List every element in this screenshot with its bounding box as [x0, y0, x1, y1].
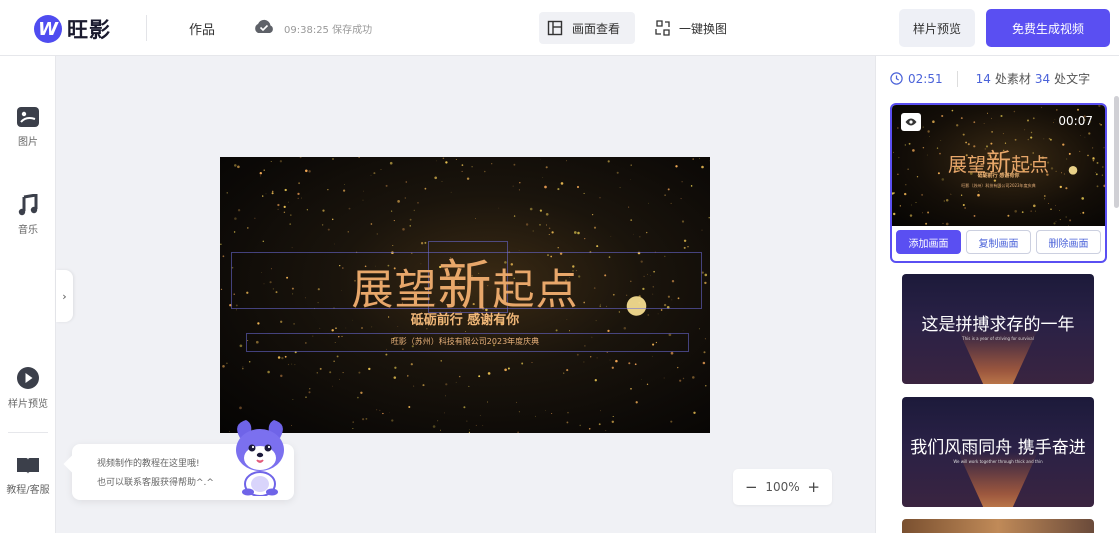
- book-icon: [17, 458, 39, 474]
- sidebar-item-label: 样片预览: [8, 399, 48, 410]
- add-scene-button[interactable]: 添加画面: [896, 230, 961, 254]
- sidebar-item-label: 音乐: [18, 225, 38, 236]
- view-canvas-label: 画面查看: [572, 21, 621, 36]
- stats-divider: [956, 70, 958, 87]
- scene-card-partial[interactable]: [902, 519, 1094, 533]
- scene-card-title: 我们风雨同舟 携手奋进: [910, 438, 1086, 458]
- canvas-caption[interactable]: 旺影（苏州）科技有限公司2023年度庆典: [220, 336, 710, 347]
- left-toolbar: 图片 音乐 样片预览 教程/客服: [0, 56, 56, 533]
- music-icon: [18, 194, 38, 216]
- video-canvas[interactable]: 展望新起点 砥砺前行 感谢有你 旺影（苏州）科技有限公司2023年度庆典: [220, 157, 710, 433]
- scene-card[interactable]: 这是拼搏求存的一年 This is a year of striving for…: [902, 274, 1094, 384]
- scene-actions: 添加画面 复制画面 删除画面: [896, 230, 1101, 254]
- scene-thumbnail[interactable]: 00:07 展望新起点 砥砺前行 感谢有你 旺影（苏州）科技有限公司2023年度…: [892, 105, 1105, 226]
- sidebar-item-label: 图片: [18, 137, 38, 148]
- canvas-title-big: 新: [437, 254, 493, 317]
- help-line-2: 也可以联系客服获得帮助^.^: [97, 478, 214, 488]
- eye-icon[interactable]: [901, 113, 921, 131]
- top-bar: W 旺影 作品 09:38:25 保存成功 画面查看 一键换图 样片预览 免费生…: [0, 0, 1119, 56]
- collapse-sidebar-toggle[interactable]: ›: [56, 270, 73, 322]
- scene-duration: 00:07: [1058, 114, 1093, 128]
- sidebar-item-preview[interactable]: 样片预览: [0, 366, 56, 410]
- text-count: 34: [1034, 71, 1051, 86]
- panel-scrollbar[interactable]: [1114, 96, 1119, 208]
- logo[interactable]: W 旺影: [34, 14, 111, 44]
- works-link[interactable]: 作品: [189, 19, 215, 38]
- image-icon: [17, 107, 39, 127]
- logo-mark: W: [34, 15, 62, 43]
- save-status: 09:38:25 保存成功: [284, 25, 373, 36]
- project-stats: 02:51 14 处素材 34 处文字: [890, 70, 1090, 87]
- swap-images-label: 一键换图: [679, 21, 728, 36]
- logo-text: 旺影: [67, 18, 111, 42]
- swap-icon: [655, 20, 670, 36]
- zoom-out-button[interactable]: −: [745, 478, 758, 496]
- scene-caption: 旺影（苏州）科技有限公司2023年度庆典: [961, 183, 1036, 188]
- text-label: 处文字: [1054, 72, 1091, 86]
- material-label: 处素材: [994, 72, 1031, 86]
- sidebar-divider: [8, 432, 48, 433]
- scene-card[interactable]: 我们风雨同舟 携手奋进 We will work together throug…: [902, 397, 1094, 507]
- sidebar-item-images[interactable]: 图片: [0, 106, 56, 148]
- help-line-1: 视频制作的教程在这里哦!: [97, 459, 200, 469]
- swap-images-button[interactable]: 一键换图: [654, 12, 727, 44]
- scene-card-selected[interactable]: 00:07 展望新起点 砥砺前行 感谢有你 旺影（苏州）科技有限公司2023年度…: [890, 103, 1107, 263]
- play-icon: [17, 367, 39, 389]
- total-duration: 02:51: [908, 71, 943, 86]
- delete-scene-button[interactable]: 删除画面: [1036, 230, 1101, 254]
- canvas-title-right: 起点: [492, 265, 579, 314]
- sidebar-item-label: 教程/客服: [6, 485, 50, 496]
- clock-icon: [890, 72, 903, 85]
- sample-preview-button[interactable]: 样片预览: [899, 9, 975, 47]
- copy-scene-button[interactable]: 复制画面: [966, 230, 1031, 254]
- scene-subtitle: 砥砺前行 感谢有你: [977, 173, 1020, 179]
- generate-video-button[interactable]: 免费生成视频: [986, 9, 1110, 47]
- scene-card-english: This is a year of striving for survival: [962, 336, 1034, 341]
- sidebar-item-music[interactable]: 音乐: [0, 194, 56, 236]
- scene-card-english: We will work together through thick and …: [953, 459, 1043, 464]
- view-canvas-button[interactable]: 画面查看: [539, 12, 635, 44]
- scene-panel: 02:51 14 处素材 34 处文字 00:07 展望新起点 砥砺前行 感谢有…: [875, 56, 1119, 533]
- canvas-subtitle[interactable]: 砥砺前行 感谢有你: [220, 309, 710, 328]
- chevron-right-icon: ›: [62, 289, 67, 303]
- scene-card-title: 这是拼搏求存的一年: [921, 315, 1075, 335]
- cloud-check-icon: [255, 19, 273, 33]
- mascot-dog-icon[interactable]: [228, 418, 294, 496]
- material-count: 14: [975, 71, 991, 86]
- sidebar-item-tutorial[interactable]: 教程/客服: [0, 456, 56, 496]
- help-bubble-arrow: [63, 455, 81, 473]
- canvas-title-left: 展望: [351, 265, 438, 314]
- zoom-in-button[interactable]: +: [807, 478, 820, 496]
- layout-icon: [547, 20, 563, 36]
- header-divider: [146, 15, 147, 41]
- zoom-control: − 100% +: [733, 469, 832, 505]
- zoom-level: 100%: [765, 480, 800, 494]
